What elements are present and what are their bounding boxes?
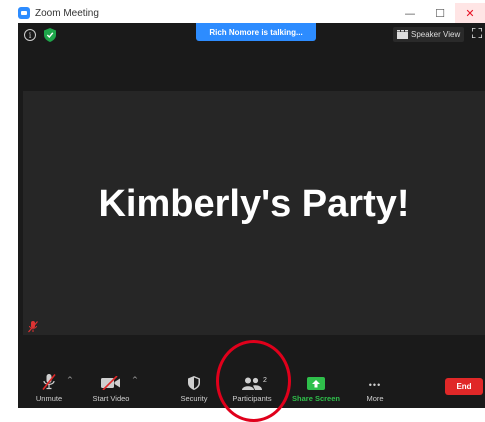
security-shield-icon (188, 376, 200, 390)
muted-mic-icon (28, 321, 38, 333)
zoom-app-icon (18, 7, 30, 19)
share-screen-button[interactable]: Share Screen (290, 368, 342, 408)
speaker-view-label: Speaker View (411, 30, 461, 39)
more-dots-icon: ••• (368, 380, 382, 390)
active-speaker-banner: Rich Nomore is talking... (196, 23, 316, 41)
close-button[interactable]: ✕ (455, 3, 485, 23)
shared-stage: Kimberly's Party! (23, 91, 485, 335)
video-options-caret[interactable]: ^ (132, 376, 138, 384)
meeting-toolbar: Unmute ^ Start Video ^ Security Particip… (18, 368, 485, 408)
muted-mic-icon (42, 374, 56, 390)
zoom-window: Zoom Meeting — ☐ ✕ i Rich Nomore is talk… (0, 0, 485, 422)
window-title: Zoom Meeting (35, 7, 99, 19)
speaker-view-button[interactable]: Speaker View (393, 27, 465, 42)
end-meeting-button[interactable]: End (445, 378, 483, 395)
share-screen-label: Share Screen (292, 394, 340, 403)
more-button[interactable]: ••• More (360, 368, 390, 408)
encryption-shield-icon[interactable] (43, 28, 57, 42)
start-video-button[interactable]: Start Video (88, 368, 134, 408)
video-off-icon (101, 376, 120, 390)
maximize-button[interactable]: ☐ (425, 3, 455, 23)
participants-count-badge: 2 (263, 377, 267, 384)
unmute-button[interactable]: Unmute (32, 368, 66, 408)
unmute-label: Unmute (35, 394, 63, 403)
title-bar: Zoom Meeting — ☐ ✕ (18, 3, 485, 23)
start-video-label: Start Video (92, 394, 130, 403)
minimize-button[interactable]: — (395, 3, 425, 23)
info-icon[interactable]: i (24, 29, 36, 41)
participants-button[interactable]: Participants (227, 368, 277, 408)
more-label: More (366, 394, 384, 403)
stage-title: Kimberly's Party! (98, 183, 410, 225)
participants-icon (242, 377, 262, 390)
participants-label: Participants (232, 394, 272, 403)
audio-options-caret[interactable]: ^ (67, 376, 73, 384)
fullscreen-icon[interactable] (472, 28, 482, 38)
speaker-view-icon (397, 30, 408, 39)
security-label: Security (180, 394, 208, 403)
window-controls: — ☐ ✕ (395, 3, 485, 23)
share-screen-icon (307, 377, 325, 390)
security-button[interactable]: Security (177, 368, 211, 408)
meeting-area: i Rich Nomore is talking... Speaker View… (18, 23, 485, 408)
